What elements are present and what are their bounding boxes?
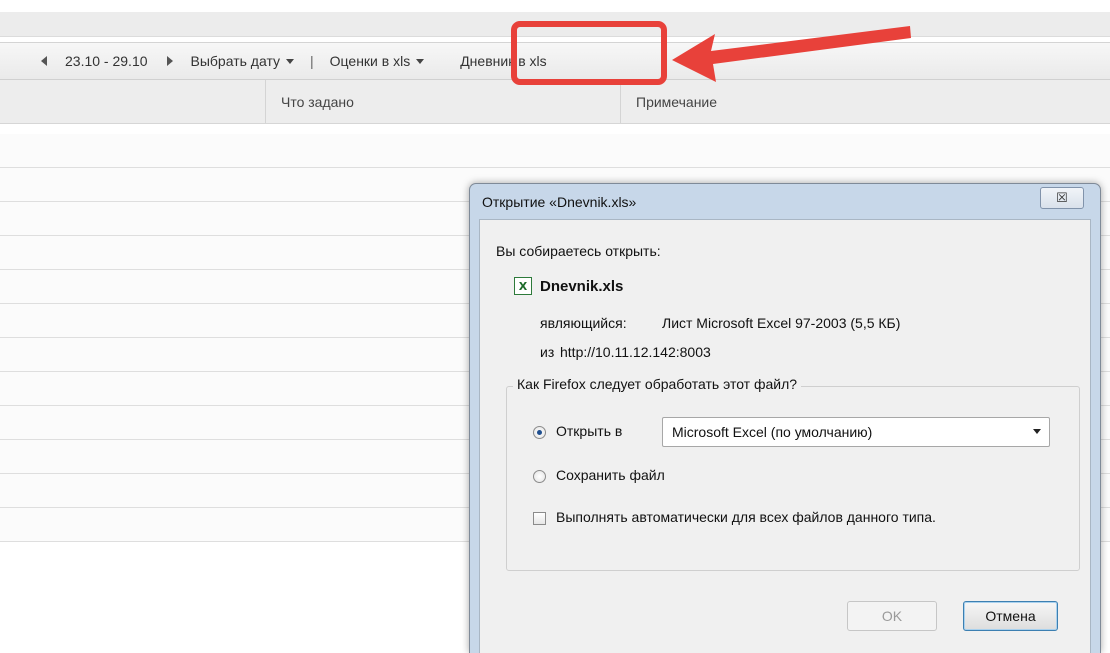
column-header-assignment[interactable]: Что задано [265, 80, 621, 123]
dialog-title: Открытие «Dnevnik.xls» [482, 194, 637, 210]
red-arrow-icon [672, 26, 911, 82]
cancel-button[interactable]: Отмена [963, 601, 1058, 631]
chevron-down-icon [1033, 429, 1041, 434]
choose-date-dropdown[interactable]: Выбрать дату [191, 53, 295, 69]
about-to-open-label: Вы собираетесь открыть: [496, 243, 661, 259]
open-with-label[interactable]: Открыть в [556, 423, 622, 439]
auto-action-checkbox[interactable] [533, 512, 546, 525]
table-row [0, 134, 1110, 168]
chevron-down-icon [416, 58, 425, 64]
file-source-url: http://10.11.12.142:8003 [560, 344, 711, 360]
save-file-radio[interactable] [533, 470, 546, 483]
open-file-dialog: Открытие «Dnevnik.xls» ☒ Вы собираетесь … [469, 183, 1101, 653]
auto-action-label[interactable]: Выполнять автоматически для всех файлов … [556, 509, 936, 525]
file-name: Dnevnik.xls [540, 278, 624, 295]
prev-week-arrow-icon[interactable] [37, 54, 51, 68]
open-with-selected-value: Microsoft Excel (по умолчанию) [672, 424, 873, 440]
file-type-label: являющийся: [540, 315, 627, 331]
grades-xls-dropdown[interactable]: Оценки в xls [330, 53, 425, 69]
close-icon: ☒ [1056, 190, 1068, 205]
week-range-label: 23.10 - 29.10 [65, 53, 148, 69]
save-file-label[interactable]: Сохранить файл [556, 467, 665, 483]
diary-table-header: Что задано Примечание [0, 80, 1110, 124]
open-with-select[interactable]: Microsoft Excel (по умолчанию) [662, 417, 1050, 447]
chevron-down-icon [286, 58, 295, 64]
excel-file-icon: X [514, 277, 532, 295]
choose-date-label: Выбрать дату [190, 53, 281, 69]
open-with-radio[interactable] [533, 426, 546, 439]
file-type-value: Лист Microsoft Excel 97-2003 (5,5 КБ) [662, 315, 901, 331]
dialog-titlebar: Открытие «Dnevnik.xls» ☒ [470, 184, 1100, 220]
ok-button[interactable]: OK [847, 601, 937, 631]
toolbar-separator: | [310, 53, 314, 69]
close-button[interactable]: ☒ [1040, 187, 1084, 209]
handling-group-title: Как Firefox следует обработать этот файл… [513, 376, 802, 392]
dialog-body: Вы собираетесь открыть: X Dnevnik.xls яв… [479, 219, 1091, 653]
grades-xls-label: Оценки в xls [329, 53, 411, 69]
highlight-box [511, 21, 667, 85]
next-week-arrow-icon[interactable] [163, 54, 177, 68]
file-source-label: из [540, 344, 555, 360]
